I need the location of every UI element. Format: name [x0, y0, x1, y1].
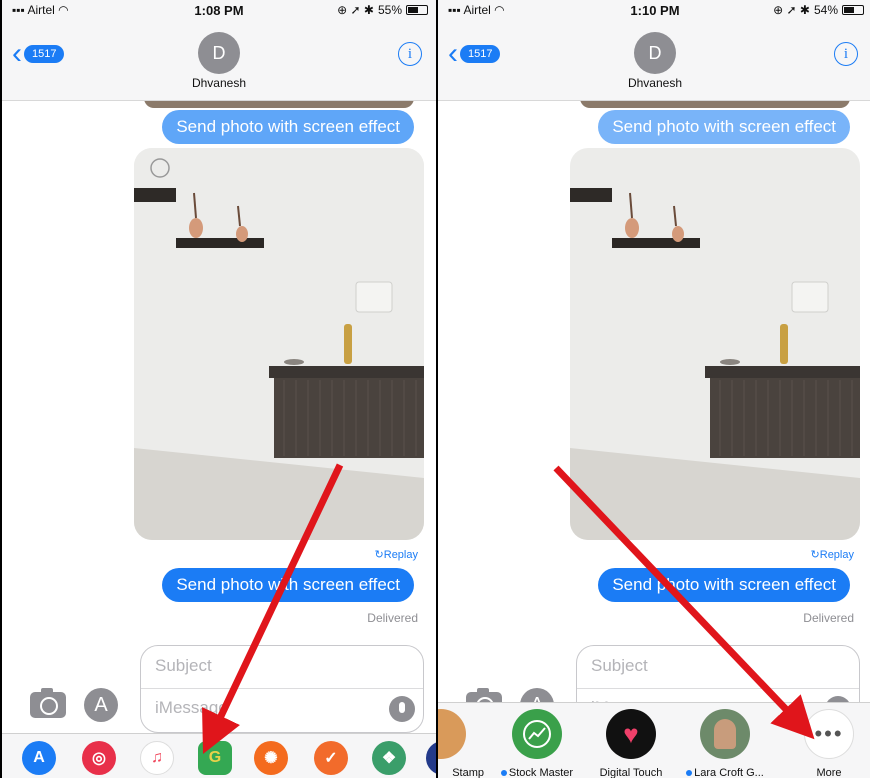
avatar[interactable]: D [634, 32, 676, 74]
avatar[interactable]: D [198, 32, 240, 74]
location-icon: ⊕ ➚ ✱ [773, 3, 810, 17]
subject-placeholder[interactable]: Subject [155, 656, 212, 676]
battery-percent: 54% [813, 3, 838, 17]
replay-link[interactable]: ↻Replay [375, 548, 418, 561]
battery-icon [842, 5, 864, 15]
status-right: ⊕ ➚ ✱ 55% [337, 3, 428, 17]
battery-icon [406, 5, 428, 15]
unread-badge: 1517 [24, 45, 65, 63]
app-more[interactable]: ••• More [786, 709, 870, 778]
app-store-button[interactable]: A [84, 688, 118, 722]
phone-right: ▪▪▪ Airtel ◠ 1:10 PM ⊕ ➚ ✱ 54% ‹ 1517 D D… [438, 0, 870, 778]
sticker-icon[interactable]: ✺ [254, 741, 288, 775]
message-bubble-bottom[interactable]: Send photo with screen effect [162, 568, 414, 602]
camera-icon[interactable] [30, 688, 66, 718]
field-divider [577, 688, 859, 689]
info-button[interactable]: i [398, 42, 422, 66]
replay-link[interactable]: ↻Replay [811, 548, 854, 561]
app-stock-master[interactable]: Stock Master [494, 709, 580, 778]
conversation-header: ▪▪▪ Airtel ◠ 1:08 PM ⊕ ➚ ✱ 55% ‹ 1517 D D… [2, 0, 436, 101]
app-label: Lara Croft G... [682, 767, 768, 778]
app-digital-touch[interactable]: ♥ Digital Touch [588, 709, 674, 778]
back-button[interactable]: ‹ 1517 [12, 37, 65, 70]
subject-placeholder[interactable]: Subject [591, 656, 648, 676]
chevron-left-icon: ‹ [12, 37, 22, 70]
panel-divider [436, 0, 438, 778]
search-images-icon[interactable]: ◎ [82, 741, 116, 775]
message-bubble-top[interactable]: Send photo with screen effect [598, 110, 850, 144]
status-bar: ▪▪▪ Airtel ◠ 1:10 PM ⊕ ➚ ✱ 54% [438, 0, 870, 20]
music-icon[interactable]: ♫ [140, 741, 174, 775]
app-lara-croft[interactable]: Lara Croft G... [682, 709, 768, 778]
compose-field[interactable]: Subject iMessage [140, 645, 424, 733]
new-dot-icon [686, 770, 693, 777]
app-drawer: A ◎ ♫ G ✺ ✓ ❖ T [2, 733, 436, 778]
status-bar: ▪▪▪ Airtel ◠ 1:08 PM ⊕ ➚ ✱ 55% [2, 0, 436, 20]
delivered-status: Delivered [367, 611, 418, 625]
app-label: Stock Master [494, 767, 580, 778]
new-dot-icon [500, 770, 507, 777]
field-divider [141, 688, 423, 689]
stock-chart-icon [512, 709, 562, 759]
back-button[interactable]: ‹ 1517 [448, 37, 501, 70]
news-icon[interactable]: T [426, 741, 436, 775]
message-photo[interactable] [570, 148, 860, 540]
imessage-app-strip: Stamp Stock Master ♥ Digital Touch Lara … [438, 702, 870, 778]
room-photo [570, 148, 860, 540]
checkmark-icon[interactable]: ✓ [314, 741, 348, 775]
room-photo [134, 148, 424, 540]
app-label: Digital Touch [599, 767, 663, 778]
heart-icon: ♥ [606, 709, 656, 759]
game-icon[interactable]: ❖ [372, 741, 406, 775]
chevron-left-icon: ‹ [448, 37, 458, 70]
more-icon: ••• [804, 709, 854, 759]
conversation-header: ▪▪▪ Airtel ◠ 1:10 PM ⊕ ➚ ✱ 54% ‹ 1517 D D… [438, 0, 870, 101]
app-stamp[interactable]: Stamp [438, 709, 484, 778]
location-icon: ⊕ ➚ ✱ [337, 3, 374, 17]
app-store-icon[interactable]: A [22, 741, 56, 775]
contact-name[interactable]: Dhvanesh [438, 76, 870, 90]
info-button[interactable]: i [834, 42, 858, 66]
microphone-icon[interactable] [389, 696, 415, 722]
status-right: ⊕ ➚ ✱ 54% [773, 3, 864, 17]
maps-icon[interactable]: G [198, 741, 232, 775]
message-bubble-bottom[interactable]: Send photo with screen effect [598, 568, 850, 602]
compose-bar: A Subject iMessage [2, 640, 436, 733]
screenshot-stage: ▪▪▪ Airtel ◠ 1:08 PM ⊕ ➚ ✱ 55% ‹ 1517 D D… [0, 0, 870, 778]
app-label: Stamp [452, 767, 484, 778]
message-placeholder[interactable]: iMessage [155, 698, 228, 718]
app-label: More [816, 767, 842, 778]
app-store-icon: A [94, 693, 108, 716]
phone-left: ▪▪▪ Airtel ◠ 1:08 PM ⊕ ➚ ✱ 55% ‹ 1517 D D… [2, 0, 436, 778]
unread-badge: 1517 [460, 45, 501, 63]
lara-croft-icon [700, 709, 750, 759]
contact-name[interactable]: Dhvanesh [2, 76, 436, 90]
stamp-cat-icon [438, 709, 466, 759]
message-photo[interactable] [134, 148, 424, 540]
battery-percent: 55% [377, 3, 402, 17]
delivered-status: Delivered [803, 611, 854, 625]
message-bubble-top[interactable]: Send photo with screen effect [162, 110, 414, 144]
